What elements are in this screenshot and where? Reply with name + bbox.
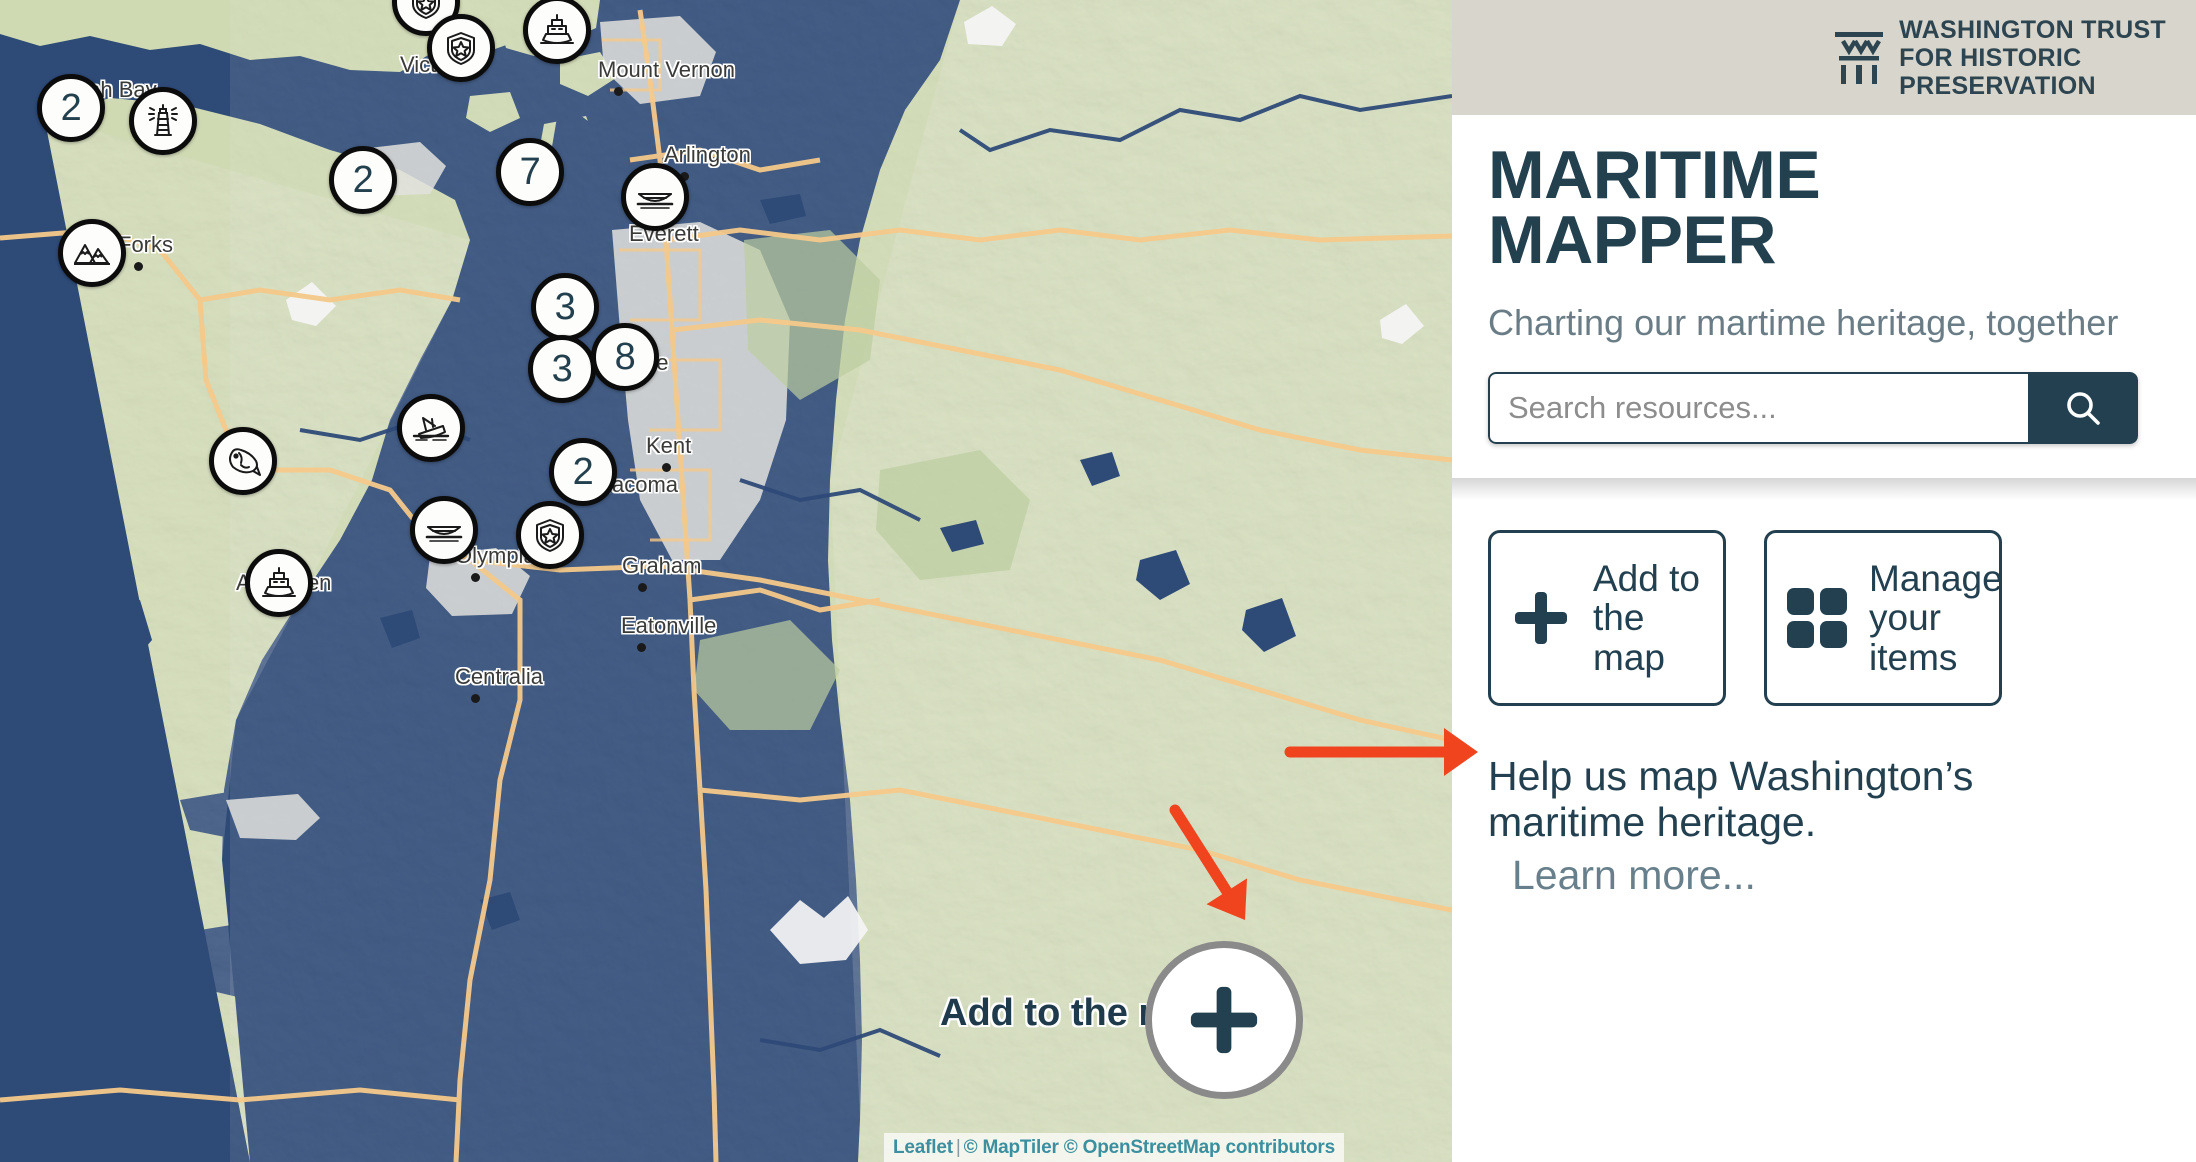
attribution-separator: | <box>955 1137 961 1158</box>
map-marker-ferry[interactable] <box>245 549 313 617</box>
canoe-icon <box>636 193 674 209</box>
map-marker-canoe[interactable] <box>621 163 689 231</box>
brand-bar: WASHINGTON TRUST FOR HISTORIC PRESERVATI… <box>1452 0 2196 115</box>
brand-line-1: WASHINGTON TRUST <box>1899 15 2166 44</box>
add-to-the-map-button[interactable]: Add to the map <box>1488 530 1726 706</box>
map-label-dot <box>471 573 480 582</box>
map-attribution: Leaflet | © MapTiler © OpenStreetMap contr… <box>884 1133 1344 1162</box>
map-label-dot <box>614 87 623 96</box>
add-to-the-map-label: Add to the map <box>1593 559 1700 677</box>
cluster-count: 2 <box>572 451 594 493</box>
quick-actions: Add to the map Manage your items <box>1452 500 2196 706</box>
map-label-dot <box>662 463 671 472</box>
map-label-dot <box>471 694 480 703</box>
add-label-line-3: map <box>1593 636 1665 678</box>
map-label-dot <box>637 643 646 652</box>
cluster-count: 3 <box>551 348 573 390</box>
shield-star-icon <box>536 519 564 552</box>
maritime-mapper-app: VictoriaNeah BayMount VernonArlingtonFor… <box>0 0 2196 1162</box>
map-cluster-marker[interactable]: 8 <box>591 323 659 391</box>
search-icon <box>2067 392 2100 425</box>
page-title: MARITIME MAPPER <box>1488 137 1821 279</box>
manage-label-line-2: your <box>1869 597 1941 639</box>
add-to-map-fab[interactable] <box>1145 941 1303 1099</box>
search-input[interactable] <box>1488 372 2028 444</box>
map-cluster-marker[interactable]: 2 <box>329 146 397 214</box>
footer-lead-text: Help us map Washington’s maritime herita… <box>1488 753 1974 845</box>
map-marker-canoe[interactable] <box>410 496 478 564</box>
plus-icon <box>1190 986 1258 1054</box>
brand-line-3: PRESERVATION <box>1899 71 2096 100</box>
map-label-dot <box>134 262 143 271</box>
brand-line-2: FOR HISTORIC <box>1899 43 2082 72</box>
fish-icon <box>229 448 261 476</box>
leaflet-link[interactable]: Leaflet <box>893 1137 953 1158</box>
manage-label-line-1: Manage <box>1869 558 2003 600</box>
cluster-count: 3 <box>554 286 576 328</box>
map-marker-shield-star[interactable] <box>427 14 495 82</box>
grid-2x2-icon <box>1787 588 1847 648</box>
shipwreck-icon <box>412 417 450 441</box>
manage-label-line-3: items <box>1869 636 1958 678</box>
map-cluster-marker[interactable]: 7 <box>496 138 564 206</box>
organization-logo[interactable]: WASHINGTON TRUST FOR HISTORIC PRESERVATI… <box>1833 16 2166 100</box>
map-cluster-marker[interactable]: 3 <box>528 335 596 403</box>
column-pillar-icon <box>1835 31 1884 84</box>
sidebar-footer: Help us map Washington’s maritime herita… <box>1452 706 2196 899</box>
learn-more-link[interactable]: Learn more... <box>1512 852 1756 899</box>
cluster-count: 2 <box>60 87 82 129</box>
tile-credits-link[interactable]: © MapTiler © OpenStreetMap contributors <box>964 1137 1336 1158</box>
ferry-icon <box>540 14 574 44</box>
add-label-line-1: Add to <box>1593 558 1700 600</box>
map-marker-shield-star[interactable] <box>516 501 584 569</box>
mountains-icon <box>74 244 110 265</box>
map-cluster-marker[interactable]: 2 <box>37 74 105 142</box>
search-bar[interactable] <box>1488 372 2138 444</box>
sidebar-panel: WASHINGTON TRUST FOR HISTORIC PRESERVATI… <box>1452 0 2196 1162</box>
add-label-line-2: the <box>1593 597 1645 639</box>
canoe-icon <box>425 526 463 542</box>
map-marker-fish[interactable] <box>209 427 277 495</box>
section-divider <box>1452 478 2196 500</box>
search-button[interactable] <box>2028 372 2138 444</box>
shield-star-icon <box>447 32 475 65</box>
map-cluster-marker[interactable]: 3 <box>531 273 599 341</box>
map-container[interactable]: VictoriaNeah BayMount VernonArlingtonFor… <box>0 0 1452 1162</box>
ferry-icon <box>262 567 296 597</box>
map-cluster-marker[interactable]: 2 <box>549 438 617 506</box>
map-marker-mountains[interactable] <box>58 219 126 287</box>
map-marker-shipwreck[interactable] <box>397 394 465 462</box>
map-label-dot <box>638 583 647 592</box>
page-tagline: Charting our martime heritage, together <box>1488 301 2119 343</box>
cluster-count: 7 <box>519 151 541 193</box>
manage-your-items-button[interactable]: Manage your items <box>1764 530 2003 706</box>
cluster-count: 2 <box>352 159 374 201</box>
manage-your-items-label: Manage your items <box>1869 559 2003 677</box>
organization-name: WASHINGTON TRUST FOR HISTORIC PRESERVATI… <box>1899 16 2166 100</box>
cluster-count: 8 <box>614 336 636 378</box>
map-marker-lighthouse[interactable] <box>129 87 197 155</box>
lighthouse-icon <box>148 104 178 136</box>
plus-icon <box>1515 592 1567 644</box>
sidebar-header: MARITIME MAPPER Charting our martime her… <box>1452 115 2196 444</box>
shield-star-icon <box>412 0 440 19</box>
